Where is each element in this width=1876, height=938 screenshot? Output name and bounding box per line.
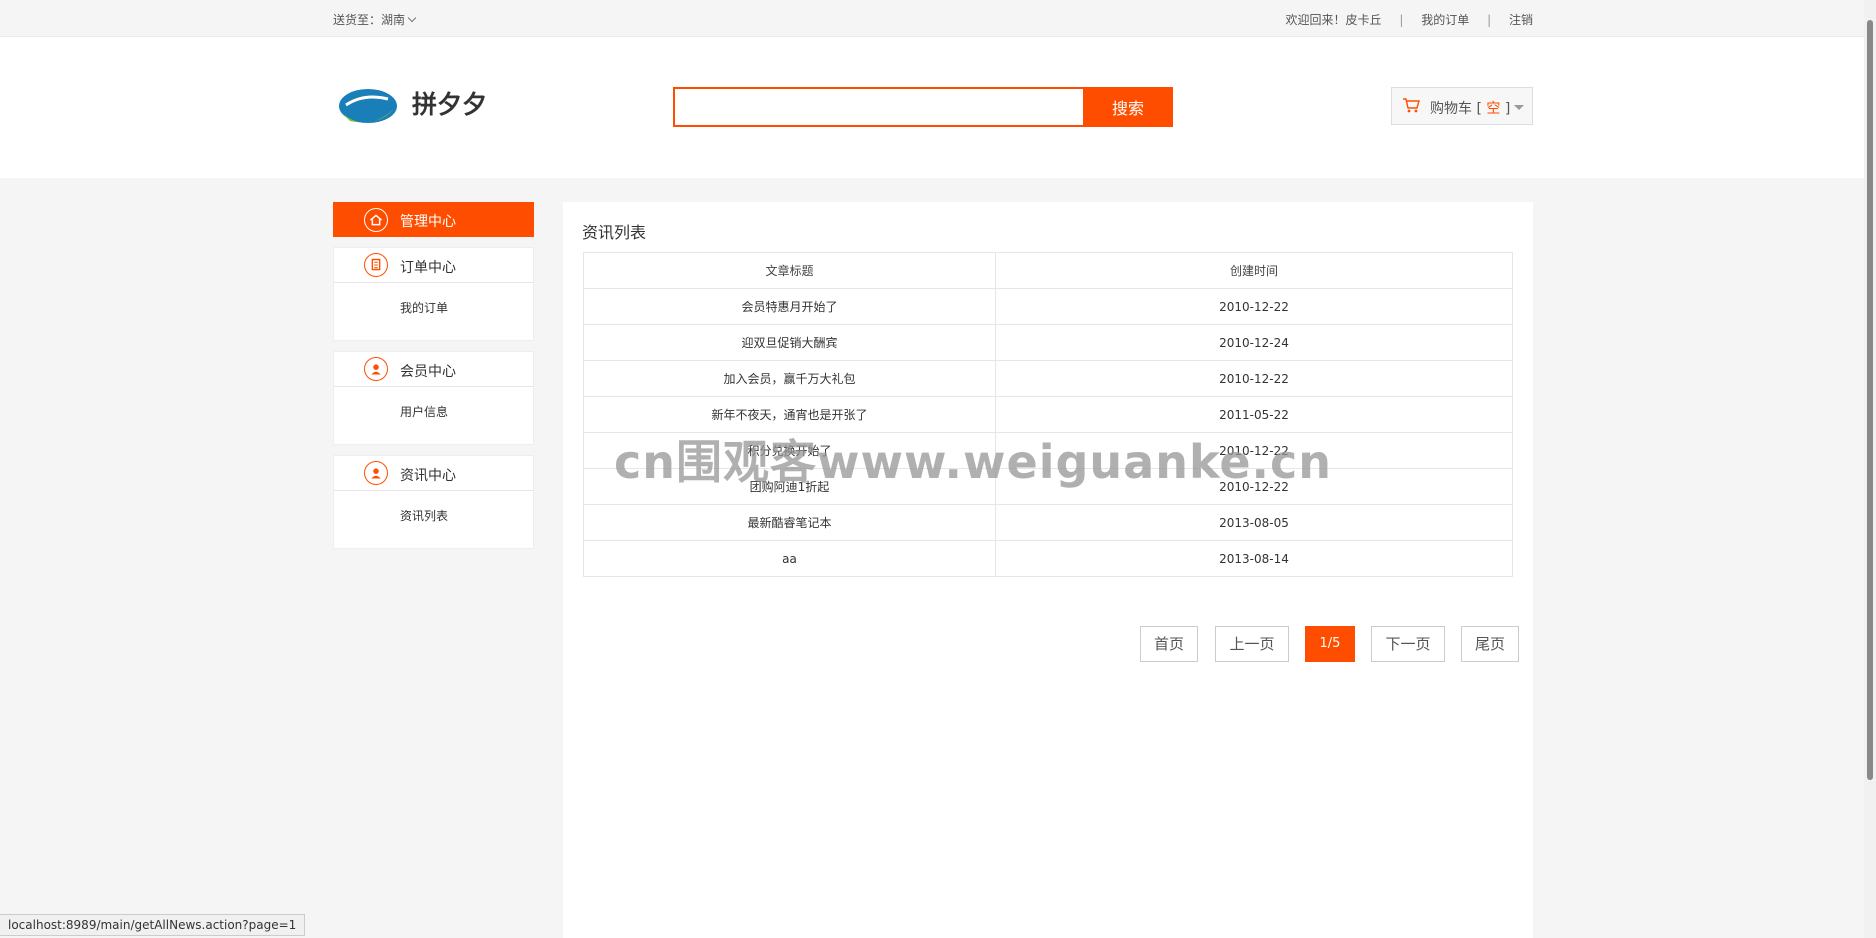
sidebar-item-news-list[interactable]: 资讯列表: [400, 507, 448, 524]
home-icon: [364, 208, 388, 232]
cart-status: 空: [1486, 101, 1501, 117]
table-row: 加入会员，赢千万大礼包 2010-12-22: [583, 360, 1513, 397]
next-page-button[interactable]: 下一页: [1371, 626, 1445, 662]
sidebar-group-label: 会员中心: [400, 364, 456, 380]
column-header: 文章标题: [583, 252, 996, 289]
ship-to[interactable]: 送货至：湖南: [333, 11, 417, 28]
cart-label: 购物车 [ 空 ]: [1430, 98, 1510, 118]
sidebar-group-news: 资讯中心 资讯列表: [333, 455, 534, 549]
sidebar-group-label: 订单中心: [400, 260, 456, 276]
sidebar-group-body: 资讯列表: [334, 491, 533, 548]
cart-button[interactable]: 购物车 [ 空 ]: [1391, 87, 1533, 125]
main-panel: 资讯列表 文章标题 创建时间 会员特惠月开始了 2010-12-22 迎双旦促销大…: [563, 202, 1533, 938]
ship-to-label: 送货至：: [333, 13, 382, 27]
article-title-cell[interactable]: aa: [583, 540, 996, 577]
article-title-cell[interactable]: 团购阿迪1折起: [583, 468, 996, 505]
sidebar-group-members: 会员中心 用户信息: [333, 351, 534, 445]
ship-to-region[interactable]: 湖南: [381, 13, 405, 27]
logo[interactable]: 拼夕夕: [336, 79, 526, 129]
my-orders-link[interactable]: 我的订单: [1421, 13, 1469, 27]
column-header: 创建时间: [995, 252, 1513, 289]
table-row: 最新酷睿笔记本 2013-08-05: [583, 504, 1513, 541]
current-page-indicator: 1/5: [1305, 626, 1355, 662]
search-input[interactable]: [675, 89, 1081, 125]
article-title-cell[interactable]: 加入会员，赢千万大礼包: [583, 360, 996, 397]
logout-link[interactable]: 注销: [1509, 13, 1533, 27]
created-date-cell: 2010-12-22: [995, 468, 1513, 505]
top-bar: 送货至：湖南 欢迎回来！皮卡丘 | 我的订单 | 注销: [0, 0, 1876, 37]
status-bar-url: localhost:8989/main/getAllNews.action?pa…: [0, 914, 306, 936]
article-title-cell[interactable]: 积分兑换开始了: [583, 432, 996, 469]
cart-label-text: 购物车 [: [1430, 101, 1487, 117]
article-title-cell[interactable]: 迎双旦促销大酬宾: [583, 324, 996, 361]
news-table: 文章标题 创建时间 会员特惠月开始了 2010-12-22 迎双旦促销大酬宾 201…: [583, 252, 1513, 577]
page-title: 资讯列表: [582, 223, 647, 242]
scrollbar-thumb[interactable]: [1867, 20, 1873, 780]
document-icon: [364, 253, 388, 277]
sidebar-group-label: 资讯中心: [400, 468, 456, 484]
user-icon: [364, 461, 388, 485]
sidebar-group-header[interactable]: 会员中心: [334, 352, 533, 387]
created-date-cell: 2013-08-14: [995, 540, 1513, 577]
created-date-cell: 2011-05-22: [995, 396, 1513, 433]
table-row: 新年不夜天，通宵也是开张了 2011-05-22: [583, 396, 1513, 433]
table-row: 团购阿迪1折起 2010-12-22: [583, 468, 1513, 505]
table-row: 会员特惠月开始了 2010-12-22: [583, 288, 1513, 325]
sidebar-group-header[interactable]: 资讯中心: [334, 456, 533, 491]
created-date-cell: 2013-08-05: [995, 504, 1513, 541]
sidebar-item-label: 管理中心: [400, 214, 456, 230]
sidebar-group-orders: 订单中心 我的订单: [333, 247, 534, 341]
divider: |: [1487, 13, 1492, 27]
article-title-cell[interactable]: 新年不夜天，通宵也是开张了: [583, 396, 996, 433]
table-row: 积分兑换开始了 2010-12-22: [583, 432, 1513, 469]
sidebar-group-body: 用户信息: [334, 387, 533, 444]
last-page-button[interactable]: 尾页: [1461, 626, 1519, 662]
sidebar-item-management[interactable]: 管理中心: [333, 202, 534, 237]
sidebar-item-user-info[interactable]: 用户信息: [400, 403, 448, 420]
cart-label-close: ]: [1500, 101, 1511, 117]
vertical-scrollbar[interactable]: [1864, 0, 1876, 938]
welcome-text: 欢迎回来！皮卡丘: [1285, 13, 1382, 27]
table-row: aa 2013-08-14: [583, 540, 1513, 577]
sidebar-item-my-orders[interactable]: 我的订单: [400, 299, 448, 316]
top-bar-links: 欢迎回来！皮卡丘 | 我的订单 | 注销: [1286, 11, 1533, 28]
search-bar: 搜索: [673, 87, 1173, 127]
chevron-down-icon[interactable]: [407, 13, 417, 23]
cart-icon: [1403, 98, 1420, 113]
table-row: 迎双旦促销大酬宾 2010-12-24: [583, 324, 1513, 361]
sidebar-group-body: 我的订单: [334, 283, 533, 340]
user-icon: [364, 357, 388, 381]
article-title-cell[interactable]: 最新酷睿笔记本: [583, 504, 996, 541]
created-date-cell: 2010-12-22: [995, 432, 1513, 469]
created-date-cell: 2010-12-22: [995, 360, 1513, 397]
sidebar: 管理中心 订单中心 我的订单 会员中心 用户信息 资讯中心 资讯列表: [333, 202, 534, 559]
logo-text: 拼夕夕: [412, 90, 487, 119]
search-button[interactable]: 搜索: [1083, 87, 1173, 127]
sidebar-group-header[interactable]: 订单中心: [334, 248, 533, 283]
caret-down-icon: [1514, 105, 1524, 110]
prev-page-button[interactable]: 上一页: [1215, 626, 1289, 662]
site-header: 拼夕夕 搜索 购物车 [ 空 ]: [0, 37, 1864, 178]
table-header-row: 文章标题 创建时间: [583, 252, 1513, 289]
divider: |: [1399, 13, 1404, 27]
created-date-cell: 2010-12-24: [995, 324, 1513, 361]
article-title-cell[interactable]: 会员特惠月开始了: [583, 288, 996, 325]
created-date-cell: 2010-12-22: [995, 288, 1513, 325]
first-page-button[interactable]: 首页: [1140, 626, 1198, 662]
